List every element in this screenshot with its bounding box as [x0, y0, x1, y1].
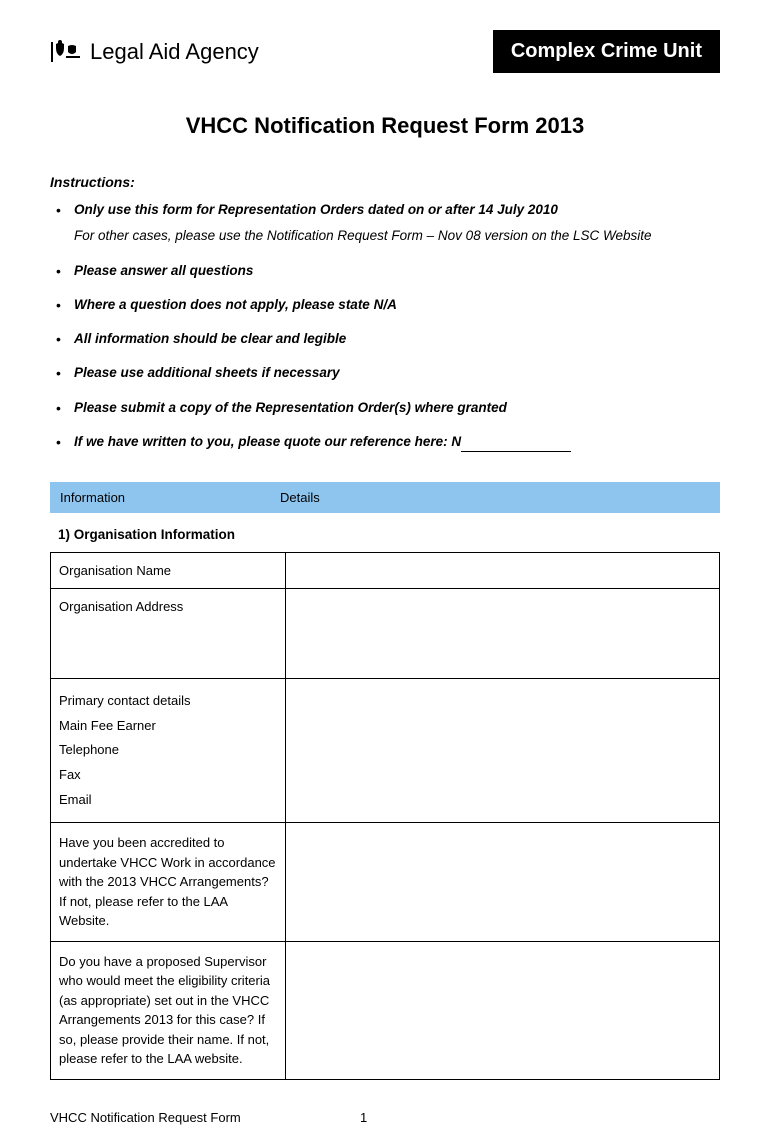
- page-footer: VHCC Notification Request Form 1: [50, 1110, 720, 1125]
- org-name-field[interactable]: [286, 553, 720, 589]
- instruction-item: Please use additional sheets if necessar…: [50, 363, 720, 383]
- instruction-text: If we have written to you, please quote …: [74, 434, 461, 449]
- organisation-table: Organisation Name Organisation Address P…: [50, 552, 720, 1080]
- section-1-heading: 1) Organisation Information: [58, 527, 720, 542]
- instruction-text: Where a question does not apply, please …: [74, 297, 397, 312]
- instruction-text: Please use additional sheets if necessar…: [74, 365, 340, 380]
- org-address-label: Organisation Address: [51, 589, 286, 679]
- page-number: 1: [360, 1110, 367, 1125]
- table-row: Primary contact details Main Fee Earner …: [51, 679, 720, 823]
- footer-title: VHCC Notification Request Form: [50, 1110, 360, 1125]
- table-row: Organisation Address: [51, 589, 720, 679]
- document-header: Legal Aid Agency Complex Crime Unit: [50, 30, 720, 73]
- banner-col-details: Details: [280, 490, 320, 505]
- accredited-label: Have you been accredited to undertake VH…: [51, 823, 286, 942]
- org-name-label: Organisation Name: [51, 553, 286, 589]
- instruction-subtext: For other cases, please use the Notifica…: [74, 226, 720, 246]
- instruction-text: Please answer all questions: [74, 263, 253, 278]
- banner-col-information: Information: [60, 490, 280, 505]
- section-banner: Information Details: [50, 482, 720, 513]
- instructions-label: Instructions:: [50, 174, 720, 190]
- instruction-item: Only use this form for Representation Or…: [50, 200, 720, 247]
- form-title: VHCC Notification Request Form 2013: [50, 113, 720, 139]
- contact-details-label: Primary contact details Main Fee Earner …: [51, 679, 286, 823]
- crest-icon: [50, 38, 82, 66]
- supervisor-field[interactable]: [286, 941, 720, 1079]
- instruction-text: All information should be clear and legi…: [74, 331, 346, 346]
- agency-name: Legal Aid Agency: [90, 39, 259, 65]
- supervisor-label: Do you have a proposed Supervisor who wo…: [51, 941, 286, 1079]
- instruction-item: Please answer all questions: [50, 261, 720, 281]
- table-row: Organisation Name: [51, 553, 720, 589]
- table-row: Do you have a proposed Supervisor who wo…: [51, 941, 720, 1079]
- instruction-item: All information should be clear and legi…: [50, 329, 720, 349]
- instructions-list: Only use this form for Representation Or…: [50, 200, 720, 452]
- unit-badge: Complex Crime Unit: [493, 30, 720, 73]
- instruction-text: Only use this form for Representation Or…: [74, 202, 558, 217]
- accredited-field[interactable]: [286, 823, 720, 942]
- instruction-item: If we have written to you, please quote …: [50, 432, 720, 452]
- org-address-field[interactable]: [286, 589, 720, 679]
- contact-details-field[interactable]: [286, 679, 720, 823]
- instruction-text: Please submit a copy of the Representati…: [74, 400, 507, 415]
- reference-blank[interactable]: [461, 451, 571, 452]
- instruction-item: Please submit a copy of the Representati…: [50, 398, 720, 418]
- instruction-item: Where a question does not apply, please …: [50, 295, 720, 315]
- table-row: Have you been accredited to undertake VH…: [51, 823, 720, 942]
- logo-section: Legal Aid Agency: [50, 38, 259, 66]
